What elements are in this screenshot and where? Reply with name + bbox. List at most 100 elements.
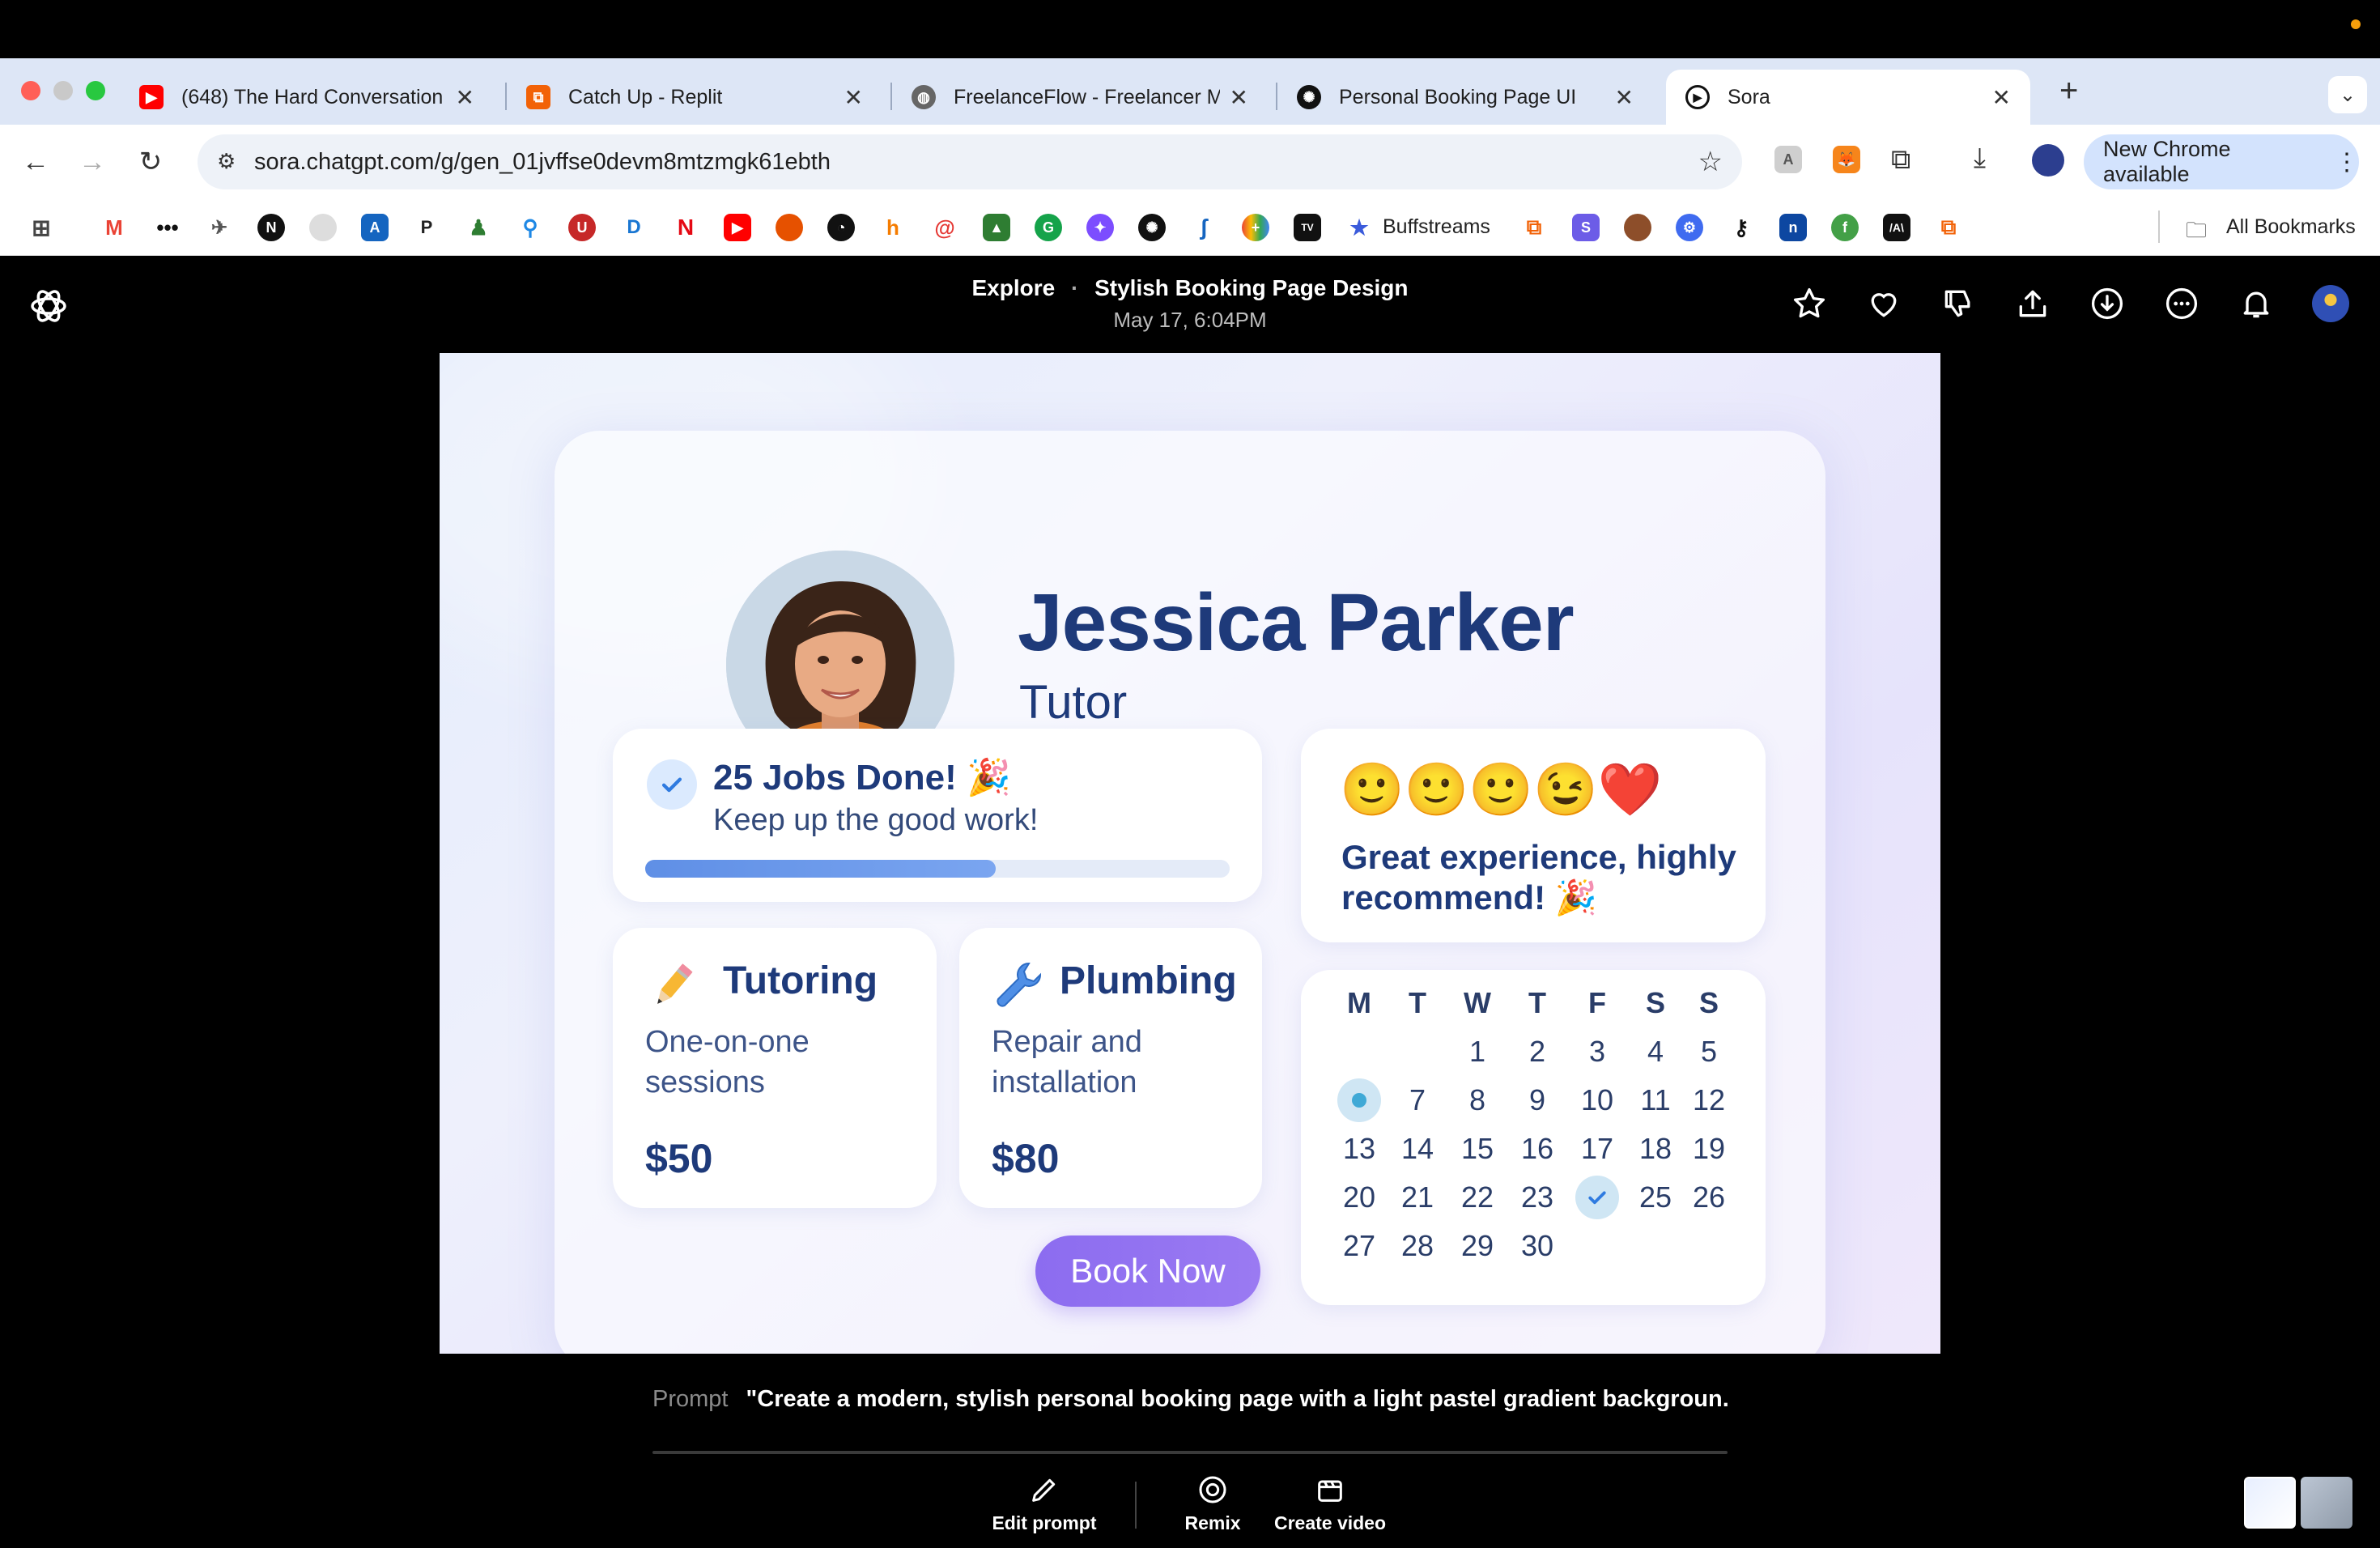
chess-bookmark-icon[interactable]: ♟ [465, 214, 492, 241]
bookmark-p-icon[interactable]: P [413, 214, 440, 241]
apps-grid-icon[interactable]: ⊞ [28, 214, 55, 241]
metamask-icon[interactable]: 🦊 [1833, 146, 1860, 173]
zoom-window-button[interactable] [86, 81, 105, 100]
openai-bookmark-icon[interactable] [309, 214, 337, 241]
calendar-day[interactable]: 10 [1571, 1080, 1623, 1121]
bookmark-circle-icon[interactable]: ◔ [827, 214, 855, 241]
calendar-day[interactable]: 12 [1683, 1080, 1735, 1121]
address-bar[interactable]: ⚙ sora.chatgpt.com/g/gen_01jvffse0devm8m… [198, 134, 1742, 189]
calendar-day[interactable]: 30 [1511, 1226, 1563, 1266]
extensions-puzzle-icon[interactable]: ⧉ [1891, 144, 1910, 176]
calendar-day[interactable]: 20 [1333, 1177, 1385, 1218]
bird-bookmark-icon[interactable]: ✈ [206, 214, 233, 241]
calendar-day[interactable]: 28 [1392, 1226, 1443, 1266]
calendar-day[interactable]: 11 [1630, 1080, 1681, 1121]
calendar-today-marker[interactable] [1337, 1078, 1381, 1122]
bookmark-swirl-icon[interactable]: @ [931, 214, 958, 241]
calendar-day[interactable]: 1 [1451, 1031, 1503, 1072]
gmail-icon[interactable]: M [100, 214, 128, 241]
replit-bookmark-icon[interactable]: ⧉ [1520, 214, 1548, 241]
edit-prompt-button[interactable]: Edit prompt [989, 1474, 1099, 1534]
calendar-day[interactable]: 22 [1451, 1177, 1503, 1218]
tab-search-button[interactable]: ⌄ [2328, 76, 2367, 113]
share-icon[interactable] [2012, 283, 2053, 324]
book-now-button[interactable]: Book Now [1035, 1235, 1260, 1307]
bookmark-n-icon[interactable]: n [1779, 214, 1807, 241]
calendar-day[interactable]: 15 [1451, 1129, 1503, 1169]
calendar-day[interactable]: 8 [1451, 1080, 1503, 1121]
service-card-plumbing[interactable]: Plumbing Repair and installation $80 [959, 928, 1262, 1208]
tab-youtube[interactable]: ▶ (648) The Hard Conversation ✕ [120, 70, 494, 125]
calendar-day[interactable]: 16 [1511, 1129, 1563, 1169]
bookmark-colorful-icon[interactable]: + [1242, 214, 1269, 241]
thumbs-down-icon[interactable] [1938, 283, 1978, 324]
calendar-day[interactable]: 26 [1683, 1177, 1735, 1218]
youtube-bookmark-icon[interactable]: ▶ [724, 214, 751, 241]
remix-button[interactable]: Remix [1174, 1474, 1252, 1534]
bookmark-orange-icon[interactable] [776, 214, 803, 241]
more-options-icon[interactable] [2161, 283, 2202, 324]
bookmark-blue-icon[interactable]: ⚙ [1676, 214, 1703, 241]
calendar-day[interactable]: 4 [1630, 1031, 1681, 1072]
close-tab-icon[interactable]: ✕ [1615, 84, 1634, 111]
tab-freelanceflow[interactable]: ◍ FreelanceFlow - Freelancer M ✕ [892, 70, 1268, 125]
forward-icon[interactable]: → [74, 144, 110, 180]
bookmark-f-icon[interactable]: f [1831, 214, 1859, 241]
variant-thumbnail-1[interactable] [2244, 1477, 2296, 1529]
close-tab-icon[interactable]: ✕ [1230, 84, 1248, 111]
bookmark-u-icon[interactable]: U [568, 214, 596, 241]
bookmark-h-icon[interactable]: h [879, 214, 907, 241]
tab-personal-booking[interactable]: ✺ Personal Booking Page UI ✕ [1277, 70, 1653, 125]
calendar-day[interactable]: 21 [1392, 1177, 1443, 1218]
openai-bookmark-icon-2[interactable]: ✺ [1138, 214, 1166, 241]
close-tab-icon[interactable]: ✕ [456, 84, 474, 111]
calendar-day[interactable]: 5 [1683, 1031, 1735, 1072]
heart-icon[interactable] [1864, 283, 1904, 324]
notion-bookmark-icon[interactable]: N [257, 214, 285, 241]
netflix-bookmark-icon[interactable]: N [672, 214, 699, 241]
download-icon[interactable]: ⤓ [1974, 142, 1986, 174]
buffstreams-star-icon[interactable]: ★ [1345, 214, 1373, 241]
close-tab-icon[interactable]: ✕ [1992, 84, 2011, 111]
calendar-day[interactable]: 18 [1630, 1129, 1681, 1169]
calendar-day[interactable]: 2 [1511, 1031, 1563, 1072]
bookmark-s2-icon[interactable]: S [1572, 214, 1600, 241]
grammarly-bookmark-icon[interactable]: G [1035, 214, 1062, 241]
star-icon[interactable] [1789, 283, 1830, 324]
new-tab-button[interactable]: + [2059, 73, 2078, 109]
close-window-button[interactable] [21, 81, 40, 100]
disney-bookmark-icon[interactable]: D [620, 214, 648, 241]
bookmark-brown-icon[interactable] [1624, 214, 1651, 241]
prompt-text[interactable]: "Create a modern, stylish personal booki… [746, 1386, 1729, 1412]
calendar-day[interactable]: 13 [1333, 1129, 1385, 1169]
extension-icon[interactable]: A [1774, 146, 1802, 173]
bookmark-key-icon[interactable]: ⚷ [1728, 214, 1755, 241]
calendar-day[interactable]: 19 [1683, 1129, 1735, 1169]
profile-avatar[interactable] [2032, 144, 2064, 176]
close-tab-icon[interactable]: ✕ [844, 84, 863, 111]
calendar-day[interactable]: 29 [1451, 1226, 1503, 1266]
service-card-tutoring[interactable]: Tutoring One-on-one sessions $50 [613, 928, 937, 1208]
bookmark-code-icon[interactable]: /A\ [1883, 214, 1910, 241]
calendar-day[interactable]: 27 [1333, 1226, 1385, 1266]
back-icon[interactable]: ← [18, 144, 53, 180]
maps-bookmark-icon[interactable]: ⚲ [516, 214, 544, 241]
variant-thumbnail-2[interactable] [2301, 1477, 2352, 1529]
calendar-day[interactable]: 3 [1571, 1031, 1623, 1072]
bookmark-green-icon[interactable]: ▲ [983, 214, 1010, 241]
update-chrome-button[interactable]: New Chrome available ⋮ [2084, 134, 2359, 189]
generated-image[interactable]: Jessica Parker Tutor 25 Jobs Done! 🎉 Kee… [440, 353, 1940, 1354]
calendar-day[interactable]: 7 [1392, 1080, 1443, 1121]
breadcrumb-explore[interactable]: Explore [972, 275, 1056, 300]
buffstreams-bookmark[interactable]: Buffstreams [1383, 215, 1490, 239]
replit-bookmark-icon-2[interactable]: ⧉ [1935, 214, 1962, 241]
messenger-bookmark-icon[interactable]: ✦ [1086, 214, 1114, 241]
tab-sora[interactable]: ▶ Sora ✕ [1666, 70, 2030, 125]
create-video-button[interactable]: Create video [1269, 1474, 1391, 1534]
minimize-window-button[interactable] [53, 81, 73, 100]
notification-bell-icon[interactable] [2236, 283, 2276, 324]
calendar-day[interactable]: 23 [1511, 1177, 1563, 1218]
calendar-day[interactable]: 25 [1630, 1177, 1681, 1218]
site-settings-icon[interactable]: ⚙ [217, 149, 236, 174]
calendar-day[interactable]: 17 [1571, 1129, 1623, 1169]
